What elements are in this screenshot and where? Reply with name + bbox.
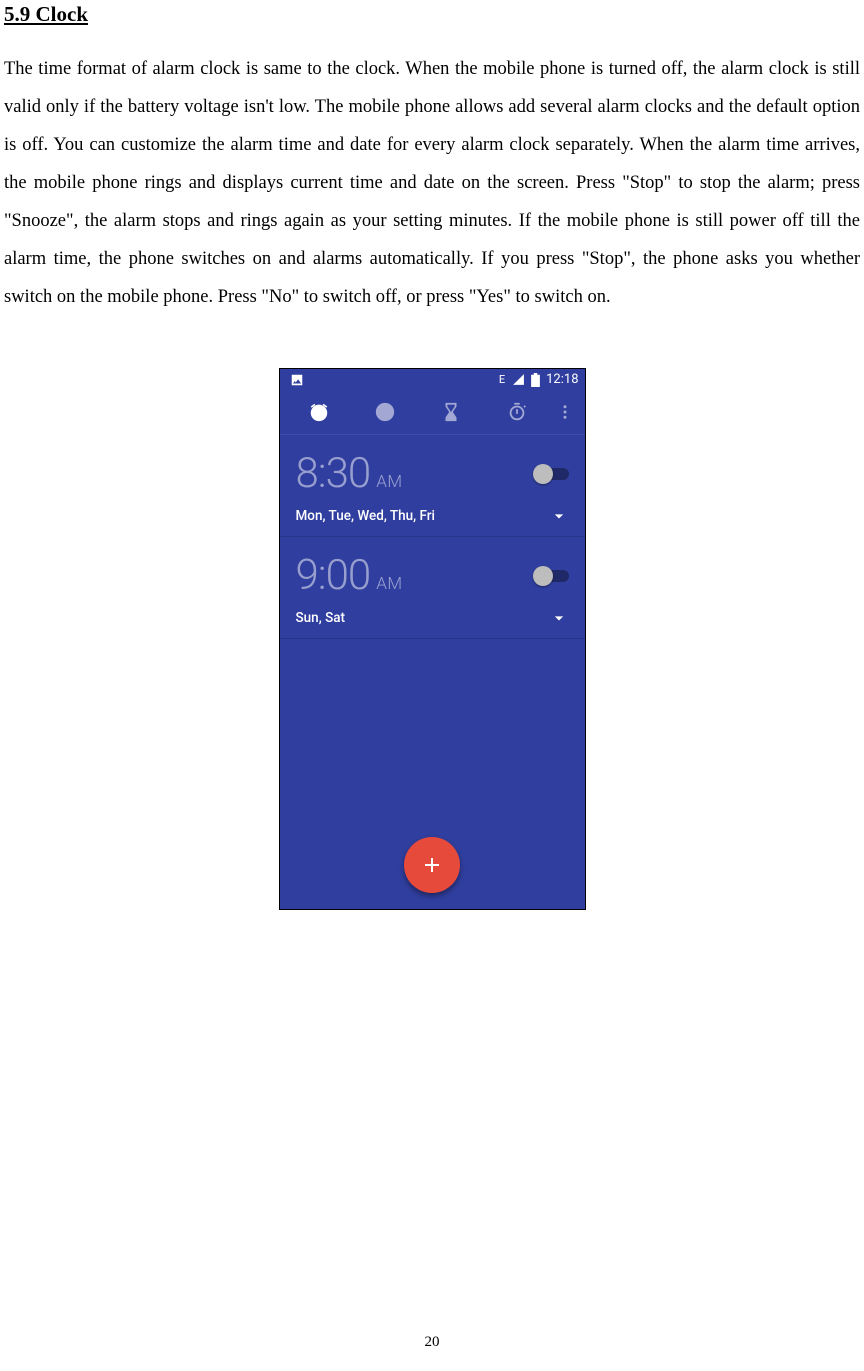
tab-clock[interactable] [352, 390, 418, 434]
alarm-icon [308, 401, 330, 423]
alarm-days: Mon, Tue, Wed, Thu, Fri [296, 508, 436, 524]
overflow-icon [556, 403, 574, 421]
phone-frame: E 12:18 8:30 [279, 368, 586, 910]
body-paragraph: The time format of alarm clock is same t… [4, 51, 860, 316]
battery-icon [531, 373, 540, 387]
alarm-item[interactable]: 9:00 AM Sun, Sat [280, 537, 585, 639]
tab-overflow[interactable] [551, 390, 579, 434]
chevron-down-icon[interactable] [549, 608, 569, 628]
alarm-time-value: 8:30 [296, 449, 371, 498]
alarm-time-value: 9:00 [296, 551, 371, 600]
alarm-toggle[interactable] [533, 566, 569, 586]
stopwatch-icon [506, 401, 528, 423]
alarm-days: Sun, Sat [296, 610, 346, 626]
add-alarm-button[interactable] [404, 837, 460, 893]
hourglass-icon [440, 401, 462, 423]
alarm-time: 9:00 AM [296, 551, 403, 600]
signal-icon [512, 373, 525, 386]
screenshot-container: E 12:18 8:30 [4, 368, 860, 910]
plus-icon [420, 853, 444, 877]
chevron-down-icon[interactable] [549, 506, 569, 526]
alarm-time: 8:30 AM [296, 449, 403, 498]
page-number: 20 [0, 1334, 864, 1351]
status-time: 12:18 [546, 372, 578, 387]
status-bar: E 12:18 [280, 369, 585, 390]
alarm-ampm: AM [376, 574, 402, 594]
section-heading: 5.9 Clock [4, 2, 860, 27]
alarm-ampm: AM [376, 472, 402, 492]
image-icon [290, 373, 304, 387]
network-indicator: E [499, 373, 506, 386]
alarm-item[interactable]: 8:30 AM Mon, Tue, Wed, Thu, Fri [280, 435, 585, 537]
clock-icon [374, 401, 396, 423]
tab-bar [280, 390, 585, 435]
tab-alarm[interactable] [286, 390, 352, 434]
tab-stopwatch[interactable] [484, 390, 550, 434]
alarm-toggle[interactable] [533, 464, 569, 484]
tab-timer[interactable] [418, 390, 484, 434]
